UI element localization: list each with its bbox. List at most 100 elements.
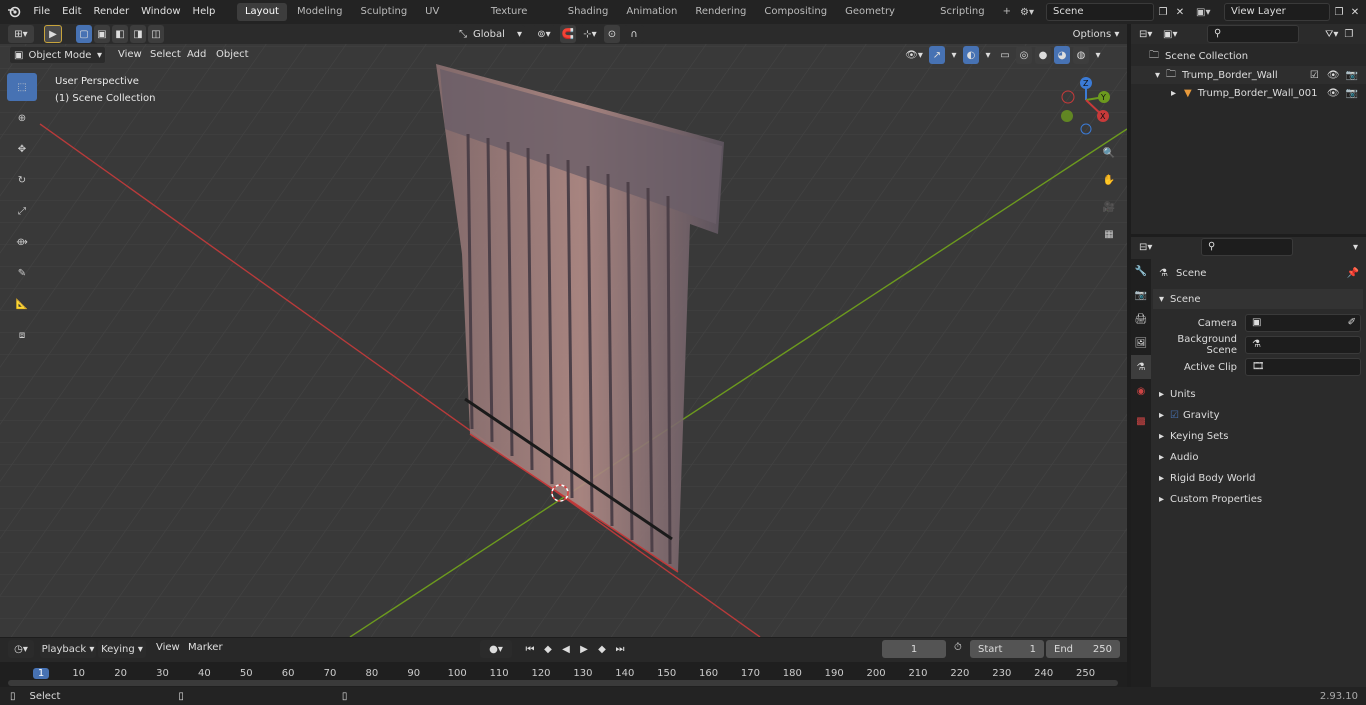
gravity-checkbox[interactable]: ☑ — [1170, 410, 1179, 421]
view-layer-tab-icon[interactable]: 🖼 — [1131, 331, 1151, 355]
annotate-tool-icon[interactable]: ✎ — [7, 259, 37, 287]
delete-scene-icon[interactable]: ✕ — [1172, 7, 1188, 18]
outliner-row-object[interactable]: ▸ ▼ Trump_Border_Wall_001 👁 📷 — [1131, 84, 1366, 102]
cursor-tool-icon[interactable]: ⊕ — [7, 104, 37, 132]
eyedropper-icon[interactable]: ✐ — [1348, 315, 1356, 331]
blender-logo-icon[interactable] — [0, 5, 27, 19]
add-workspace-button[interactable]: + — [995, 3, 1019, 21]
proportional-edit-icon[interactable]: ⊙ — [604, 25, 620, 43]
material-shading-icon[interactable]: ◕ — [1054, 46, 1070, 64]
outliner-row-scene-collection[interactable]: 🗀 Scene Collection — [1131, 46, 1366, 66]
delete-view-layer-icon[interactable]: ✕ — [1348, 7, 1362, 18]
output-tab-icon[interactable]: 🖨 — [1131, 307, 1151, 331]
wireframe-shading-icon[interactable]: ◎ — [1016, 46, 1032, 64]
select-intersect-icon[interactable]: ◫ — [148, 25, 164, 43]
current-frame-field[interactable]: 1 — [882, 640, 946, 658]
play-icon[interactable]: ▶ — [576, 640, 592, 658]
scene-tab-icon[interactable]: ⚗ — [1131, 355, 1151, 379]
select-box-tool-icon[interactable]: ⬚ — [7, 73, 37, 101]
menu-render[interactable]: Render — [88, 0, 136, 24]
new-view-layer-icon[interactable]: ❐ — [1330, 7, 1348, 18]
panel-units[interactable]: ▸ Units — [1153, 384, 1363, 404]
overlay-icon[interactable]: ◐ — [963, 46, 979, 64]
mode-dropdown[interactable]: ▣ Object Mode ▾ — [9, 46, 106, 64]
timeline-scrollbar[interactable] — [8, 680, 1118, 686]
filter-icon[interactable]: ⛛▾ — [1325, 29, 1338, 40]
transform-tool-icon[interactable]: ⟴ — [7, 228, 37, 256]
next-keyframe-icon[interactable]: ◆ — [594, 640, 610, 658]
outliner-search-input[interactable]: ⚲ — [1207, 25, 1299, 43]
auto-key-icon[interactable]: ●▾ — [480, 640, 512, 658]
panel-keying-sets[interactable]: ▸ Keying Sets — [1153, 426, 1363, 446]
panel-rigid-body-world[interactable]: ▸ Rigid Body World — [1153, 468, 1363, 488]
end-frame-field[interactable]: End 250 — [1046, 640, 1120, 658]
tab-geometry-nodes[interactable]: Geometry Nodes — [837, 3, 930, 35]
camera-view-icon[interactable]: 🎥 — [1098, 195, 1120, 219]
gizmo-icon[interactable]: ↗ — [929, 46, 945, 64]
render-camera-icon[interactable]: 📷 — [1346, 70, 1358, 81]
active-clip-field[interactable]: 🎞 — [1245, 358, 1361, 376]
select-new-icon[interactable]: ▢ — [76, 25, 92, 43]
timeline-editor-icon[interactable]: ◷▾ — [8, 640, 34, 658]
texture-tab-icon[interactable]: ▩ — [1131, 409, 1151, 433]
tab-compositing[interactable]: Compositing — [756, 3, 835, 21]
display-mode-icon[interactable]: ▣▾ — [1159, 29, 1187, 40]
play-reverse-icon[interactable]: ◀ — [558, 640, 574, 658]
panel-gravity[interactable]: ▸ ☑ Gravity — [1153, 405, 1363, 425]
new-scene-icon[interactable]: ❐ — [1154, 7, 1172, 18]
viewport-menu-add[interactable]: Add — [181, 43, 212, 67]
falloff-icon[interactable]: ∩ — [624, 25, 644, 43]
panel-audio[interactable]: ▸ Audio — [1153, 447, 1363, 467]
select-tool-icon[interactable]: ▶ — [44, 25, 62, 43]
object-visibility-eye-icon[interactable]: 👁 — [1327, 88, 1340, 99]
menu-edit[interactable]: Edit — [56, 0, 87, 24]
view-layer-selector[interactable]: ▣▾ View Layer ❐ ✕ — [1196, 3, 1362, 21]
3d-viewport[interactable]: Z Y X User Perspective (1) Scene Collect… — [0, 24, 1127, 637]
keying-menu[interactable]: Keying ▾ — [98, 640, 146, 658]
scene-name-field[interactable]: Scene — [1046, 3, 1154, 21]
playback-menu[interactable]: Playback ▾ — [40, 640, 96, 658]
shading-dropdown-icon[interactable]: ▾ — [1092, 46, 1104, 64]
transform-orientation-dropdown[interactable]: ⤡ Global ▾ — [455, 25, 525, 43]
camera-field[interactable]: ▣ ✐ — [1245, 314, 1361, 332]
tab-animation[interactable]: Animation — [618, 3, 685, 21]
pivot-point-icon[interactable]: ⊚▾ — [532, 25, 556, 43]
scale-tool-icon[interactable]: ⤢ — [7, 197, 37, 225]
pan-hand-icon[interactable]: ✋ — [1098, 168, 1120, 192]
add-cube-tool-icon[interactable]: ⧈ — [7, 321, 37, 349]
world-tab-icon[interactable]: ◉ — [1131, 379, 1151, 403]
outliner-row-collection[interactable]: ▾ 🗀 Trump_Border_Wall ☑ 👁 📷 — [1131, 66, 1366, 84]
visibility-icon[interactable]: 👁▾ — [902, 46, 926, 64]
measure-tool-icon[interactable]: 📐 — [7, 290, 37, 318]
properties-options-icon[interactable]: ▾ — [1353, 242, 1358, 253]
menu-help[interactable]: Help — [187, 0, 222, 24]
rendered-shading-icon[interactable]: ◍ — [1073, 46, 1089, 64]
snap-icon[interactable]: 🧲 — [560, 25, 576, 43]
exclude-checkbox[interactable]: ☑ — [1310, 70, 1319, 81]
view-layer-field[interactable]: View Layer — [1224, 3, 1330, 21]
zoom-icon[interactable]: 🔍 — [1098, 141, 1120, 165]
gizmo-dropdown-icon[interactable]: ▾ — [948, 46, 960, 64]
menu-window[interactable]: Window — [135, 0, 186, 24]
rotate-tool-icon[interactable]: ↻ — [7, 166, 37, 194]
expand-arrow-icon[interactable]: ▾ — [1155, 70, 1160, 81]
tab-layout[interactable]: Layout — [236, 3, 287, 21]
jump-start-icon[interactable]: ⏮ — [522, 640, 538, 658]
panel-scene-header[interactable]: ▾ Scene — [1153, 289, 1363, 309]
timeline-marker-menu[interactable]: Marker — [182, 636, 229, 660]
jump-end-icon[interactable]: ⏭ — [612, 640, 628, 658]
scene-selector[interactable]: ⚙▾ Scene ❐ ✕ — [1020, 3, 1188, 21]
select-subtract-icon[interactable]: ◧ — [112, 25, 128, 43]
visibility-eye-icon[interactable]: 👁 — [1327, 70, 1340, 81]
render-tab-icon[interactable]: 📷 — [1131, 283, 1151, 307]
select-invert-icon[interactable]: ◨ — [130, 25, 146, 43]
properties-search-input[interactable]: ⚲ — [1201, 238, 1293, 256]
tab-sculpting[interactable]: Sculpting — [352, 3, 415, 21]
stopwatch-icon[interactable]: ⏱ — [954, 642, 962, 653]
solid-shading-icon[interactable]: ● — [1035, 46, 1051, 64]
select-extend-icon[interactable]: ▣ — [94, 25, 110, 43]
tab-modeling[interactable]: Modeling — [289, 3, 351, 21]
outliner-editor-icon[interactable]: ⊟▾ — [1131, 29, 1159, 40]
tool-tab-icon[interactable]: 🔧 — [1131, 259, 1151, 283]
prev-keyframe-icon[interactable]: ◆ — [540, 640, 556, 658]
